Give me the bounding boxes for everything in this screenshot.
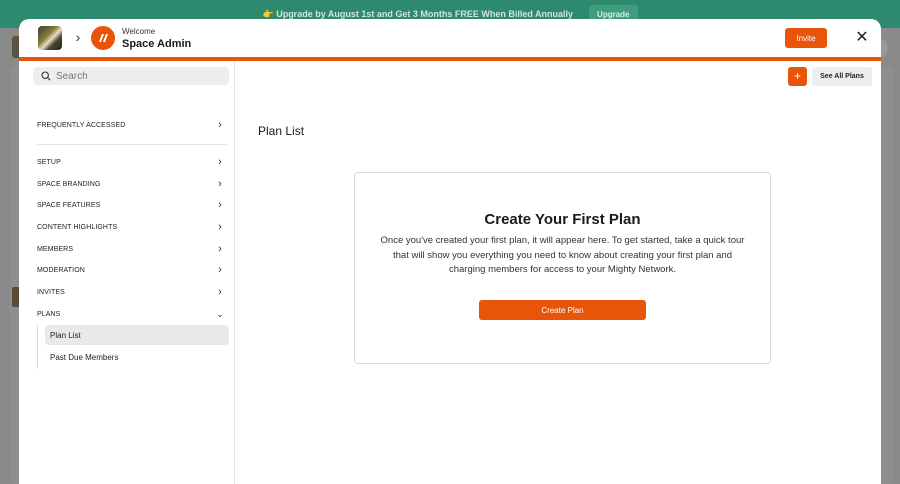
modal-header: › Welcome Space Admin Invite ✕	[19, 19, 881, 59]
close-icon[interactable]: ✕	[853, 29, 871, 47]
welcome-label: Welcome	[122, 27, 156, 36]
sidebar-item-setup[interactable]: SETUP ›	[37, 152, 225, 172]
sidebar-item-label: PLANS	[37, 310, 61, 318]
space-name: Space Admin	[122, 38, 192, 50]
sidebar-item-label: SETUP	[37, 158, 61, 166]
sidebar-item-label: MODERATION	[37, 266, 85, 274]
sidebar-item-members[interactable]: MEMBERS ›	[37, 239, 225, 259]
sidebar-subitem-plan-list[interactable]: Plan List	[45, 325, 229, 345]
search-icon	[41, 71, 51, 81]
sidebar-item-label: SPACE FEATURES	[37, 201, 101, 209]
sidebar-item-plans[interactable]: PLANS ⌄	[37, 304, 225, 324]
space-admin-modal: › Welcome Space Admin Invite ✕ Search FR…	[19, 19, 881, 484]
mighty-logo-icon	[91, 26, 115, 50]
search-placeholder: Search	[56, 70, 88, 82]
chevron-down-icon: ⌄	[216, 308, 224, 319]
empty-state-title: Create Your First Plan	[484, 211, 641, 228]
sidebar-item-label: MEMBERS	[37, 245, 74, 253]
sidebar-item-label: SPACE BRANDING	[37, 180, 101, 188]
sidebar-item-label: CONTENT HIGHLIGHTS	[37, 223, 118, 231]
add-plan-button[interactable]: +	[788, 67, 807, 86]
search-input[interactable]: Search	[33, 67, 229, 85]
sidebar-subitem-label: Plan List	[50, 330, 81, 340]
sidebar-item-label: FREQUENTLY ACCESSED	[37, 121, 126, 129]
empty-state-description: Once you've created your first plan, it …	[380, 235, 745, 275]
sidebar-item-space-branding[interactable]: SPACE BRANDING ›	[37, 174, 225, 194]
invite-button[interactable]: Invite	[785, 28, 827, 48]
sidebar-subitem-past-due-members[interactable]: Past Due Members	[45, 347, 229, 367]
chevron-right-icon: ›	[218, 199, 222, 211]
divider	[37, 144, 227, 145]
page-title: Plan List	[258, 124, 305, 138]
see-all-plans-button[interactable]: See All Plans	[812, 67, 872, 86]
chevron-right-icon: ›	[218, 221, 222, 233]
sidebar-item-content-highlights[interactable]: CONTENT HIGHLIGHTS ›	[37, 217, 225, 237]
chevron-right-icon: ›	[218, 119, 222, 131]
submenu-guide-line	[37, 325, 38, 369]
sidebar-item-moderation[interactable]: MODERATION ›	[37, 260, 225, 280]
chevron-right-icon: ›	[75, 29, 81, 45]
sidebar-item-invites[interactable]: INVITES ›	[37, 282, 225, 302]
space-thumbnail[interactable]	[38, 26, 62, 50]
sidebar-subitem-label: Past Due Members	[50, 352, 119, 362]
banner-text: 👉 Upgrade by August 1st and Get 3 Months…	[262, 8, 574, 19]
sidebar-item-space-features[interactable]: SPACE FEATURES ›	[37, 195, 225, 215]
chevron-right-icon: ›	[218, 156, 222, 168]
chevron-right-icon: ›	[218, 264, 222, 276]
create-plan-button[interactable]: Create Plan	[479, 300, 646, 320]
chevron-right-icon: ›	[218, 286, 222, 298]
admin-sidebar: Search FREQUENTLY ACCESSED › SETUP › SPA…	[19, 61, 235, 484]
chevron-right-icon: ›	[218, 178, 222, 190]
chevron-right-icon: ›	[218, 243, 222, 255]
sidebar-item-label: INVITES	[37, 288, 65, 296]
empty-state-card: Create Your First Plan Once you've creat…	[354, 172, 771, 364]
sidebar-item-frequently-accessed[interactable]: FREQUENTLY ACCESSED ›	[37, 115, 225, 135]
